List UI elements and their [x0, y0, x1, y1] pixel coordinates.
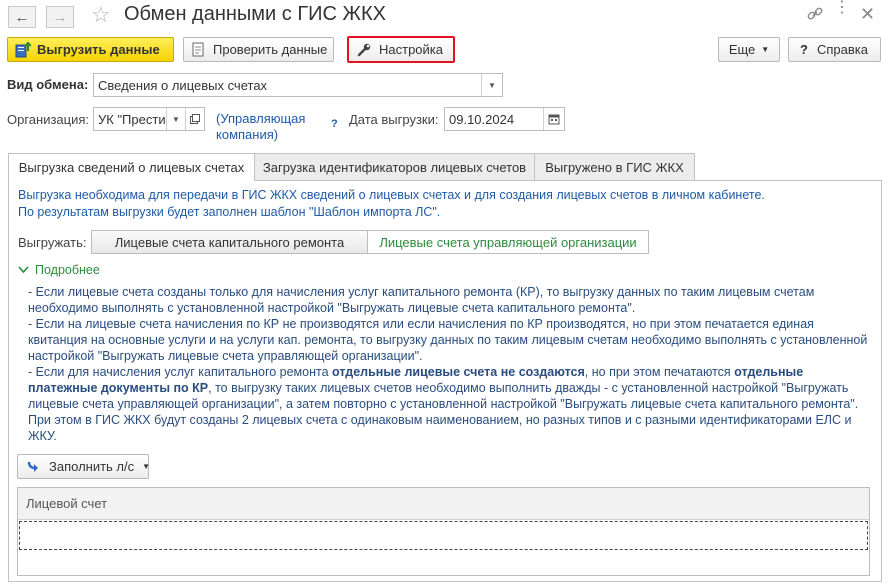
- wrench-icon: [357, 43, 371, 57]
- tab-load-identifiers[interactable]: Загрузка идентификаторов лицевых счетов: [254, 153, 535, 180]
- details-paragraph-1: - Если лицевые счета созданы только для …: [28, 285, 815, 315]
- option-management-org-label: Лицевые счета управляющей организации: [379, 234, 637, 250]
- organization-value: УК "Прести: [98, 111, 166, 127]
- organization-type: (Управляющая компания): [216, 111, 306, 142]
- exchange-type-select[interactable]: Сведения о лицевых счетах ▼: [93, 73, 503, 97]
- close-icon[interactable]: ✕: [860, 4, 875, 25]
- info-line-1: Выгрузка необходима для передачи в ГИС Ж…: [18, 188, 765, 202]
- arrow-left-icon: ←: [14, 8, 30, 26]
- check-data-label: Проверить данные: [213, 42, 328, 57]
- column-account[interactable]: Лицевой счет: [26, 496, 107, 511]
- details-toggle[interactable]: Подробнее: [18, 263, 100, 277]
- more-label: Еще: [728, 42, 756, 57]
- chevron-down-icon[interactable]: ▼: [481, 74, 502, 96]
- details-text: - Если для начисления услуг капитального…: [28, 365, 333, 379]
- accounts-table[interactable]: Лицевой счет: [17, 487, 870, 576]
- chevron-down-icon: [18, 263, 29, 277]
- organization-select[interactable]: УК "Прести ▼: [93, 107, 205, 131]
- option-management-org[interactable]: Лицевые счета управляющей организации: [367, 230, 649, 254]
- upload-date-label: Дата выгрузки:: [349, 112, 439, 127]
- details-text: , но при этом печатаются: [584, 365, 735, 379]
- info-line-2: По результатам выгрузки будет заполнен ш…: [18, 205, 441, 219]
- details-paragraph-2: - Если на лицевые счета начисления по КР…: [28, 317, 868, 363]
- more-button[interactable]: Еще ▼: [718, 37, 780, 62]
- upload-data-button[interactable]: Выгрузить данные: [7, 37, 174, 62]
- chevron-down-icon: ▼: [761, 45, 770, 54]
- forward-button[interactable]: →: [46, 6, 74, 28]
- window-title: Обмен данными с ГИС ЖКХ: [124, 3, 387, 25]
- upload-date-value: 09.10.2024: [449, 111, 515, 127]
- back-button[interactable]: ←: [8, 6, 36, 28]
- open-icon[interactable]: [185, 108, 204, 130]
- fill-accounts-button[interactable]: Заполнить л/с ▼: [17, 454, 151, 479]
- details-paragraph-3: - Если для начисления услуг капитального…: [28, 364, 873, 444]
- tab-upload-accounts[interactable]: Выгрузка сведений о лицевых счетах: [8, 153, 255, 181]
- calendar-icon[interactable]: [543, 108, 564, 130]
- option-capital-repair[interactable]: Лицевые счета капитального ремонта: [91, 230, 368, 254]
- fill-accounts-label: Заполнить л/с: [49, 459, 135, 474]
- tab-upload-accounts-label: Выгрузка сведений о лицевых счетах: [18, 160, 245, 175]
- help-label: Справка: [816, 42, 868, 57]
- upload-date-field[interactable]: 09.10.2024: [444, 107, 565, 131]
- upload-icon: [15, 41, 32, 58]
- more-options-icon[interactable]: ⋮: [834, 0, 850, 16]
- document-check-icon: [192, 42, 206, 58]
- favorite-star-icon[interactable]: ☆: [91, 2, 111, 28]
- settings-label: Настройка: [379, 42, 443, 57]
- chevron-down-icon[interactable]: ▼: [166, 108, 185, 130]
- chevron-down-icon: ▼: [142, 462, 151, 471]
- exchange-type-label: Вид обмена:: [7, 77, 89, 92]
- help-mark-icon[interactable]: ?: [331, 118, 338, 130]
- fill-arrow-icon: [27, 460, 40, 473]
- help-icon: ?: [800, 42, 808, 57]
- details-bold-text: отдельные лицевые счета не создаются: [332, 365, 585, 379]
- upload-kind-label: Выгружать:: [18, 235, 87, 250]
- table-row[interactable]: [19, 521, 868, 550]
- help-button[interactable]: ? Справка: [788, 37, 881, 62]
- details-label: Подробнее: [35, 263, 100, 277]
- table-header: Лицевой счет: [18, 488, 869, 520]
- tab-uploaded[interactable]: Выгружено в ГИС ЖКХ: [534, 153, 695, 180]
- details-description: - Если лицевые счета созданы только для …: [28, 284, 873, 444]
- option-capital-repair-label: Лицевые счета капитального ремонта: [114, 234, 345, 250]
- exchange-type-value: Сведения о лицевых счетах: [98, 77, 268, 93]
- organization-label: Организация:: [7, 112, 90, 127]
- settings-button[interactable]: Настройка: [347, 36, 455, 63]
- upload-data-label: Выгрузить данные: [37, 42, 160, 57]
- check-data-button[interactable]: Проверить данные: [183, 37, 334, 62]
- link-icon[interactable]: [806, 5, 824, 23]
- tab-load-identifiers-label: Загрузка идентификаторов лицевых счетов: [262, 159, 527, 175]
- arrow-right-icon: →: [52, 8, 68, 26]
- tab-uploaded-label: Выгружено в ГИС ЖКХ: [545, 159, 684, 175]
